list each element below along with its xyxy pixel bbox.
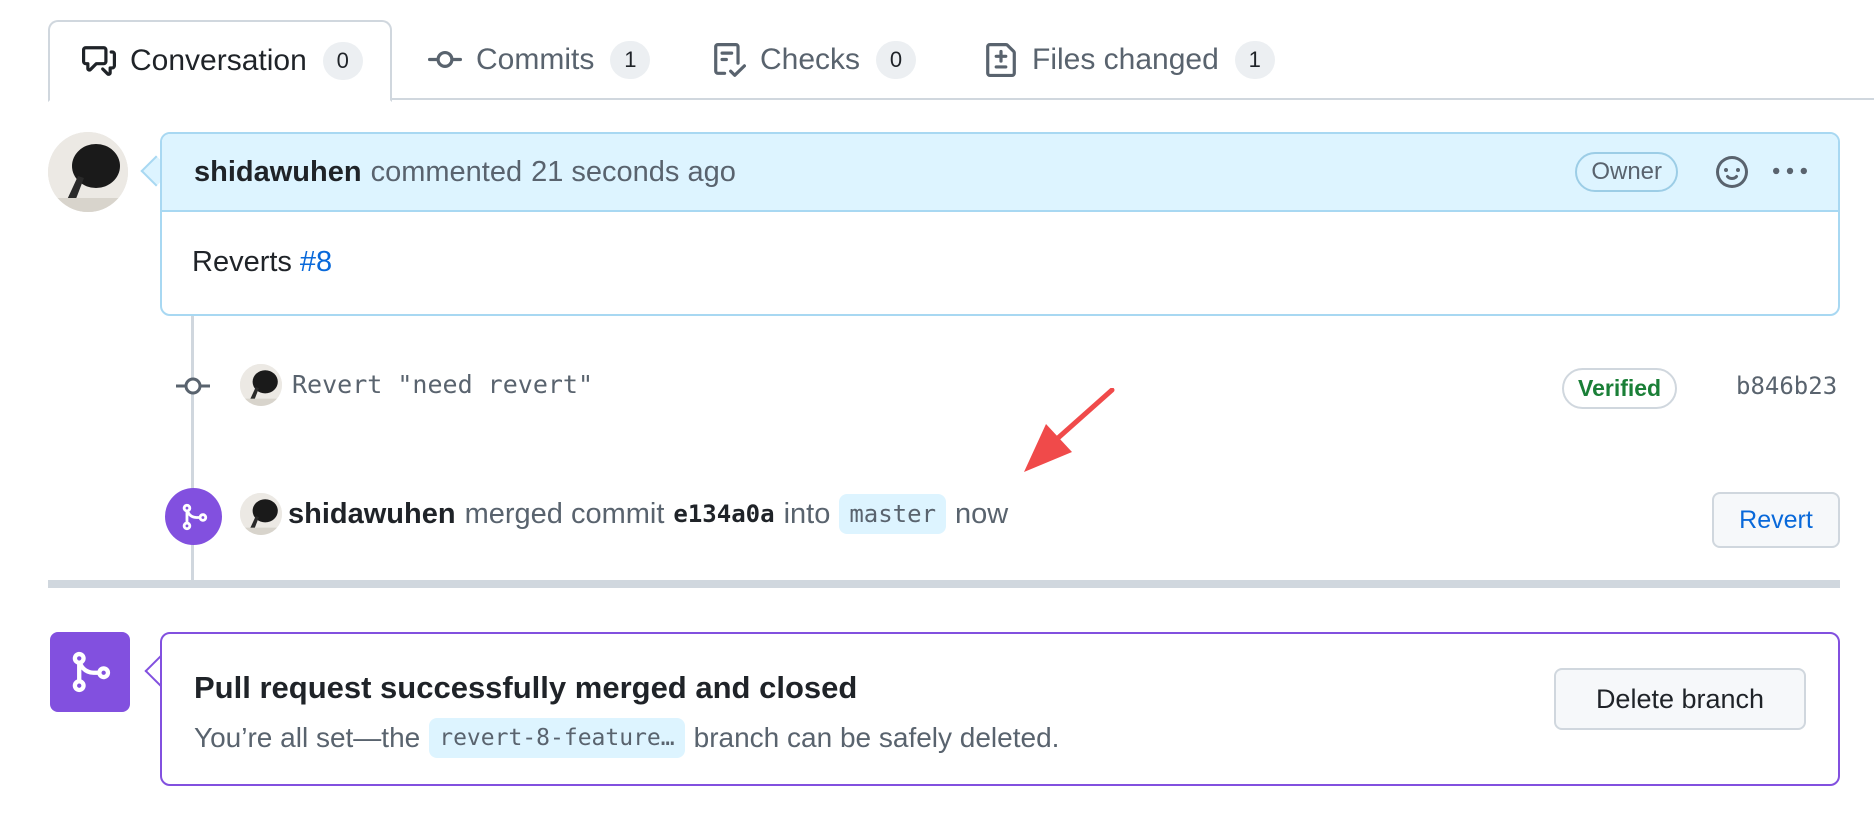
- merge-commit-sha[interactable]: e134a0a: [673, 500, 774, 528]
- comment-author[interactable]: shidawuhen: [194, 156, 362, 189]
- kebab-horizontal-icon[interactable]: [1772, 154, 1808, 190]
- merge-action: merged commit: [464, 497, 665, 530]
- comment-action: commented: [370, 155, 523, 188]
- tab-count: 1: [610, 41, 651, 79]
- tab-label: Commits: [476, 43, 595, 76]
- comment-discussion-icon: [82, 44, 116, 78]
- tab-count: 1: [1234, 41, 1275, 79]
- merge-status-text-before: You’re all set—the: [194, 722, 421, 753]
- smiley-icon[interactable]: [1714, 154, 1750, 190]
- tab-label: Conversation: [130, 44, 307, 77]
- tab-checks[interactable]: Checks 0: [680, 20, 948, 100]
- git-commit-icon: [428, 43, 462, 77]
- pr-tab-bar: Conversation 0 Commits 1 Checks 0 Files …: [0, 0, 1874, 102]
- tab-conversation[interactable]: Conversation 0: [48, 20, 392, 102]
- annotation-arrow-icon: [1024, 388, 1115, 472]
- comment-box: shidawuhen commented 21 seconds ago Owne…: [160, 132, 1840, 316]
- owner-badge: Owner: [1575, 152, 1678, 192]
- delete-branch-button[interactable]: Delete branch: [1554, 668, 1806, 730]
- avatar[interactable]: [48, 132, 128, 212]
- issue-link[interactable]: #8: [300, 246, 332, 278]
- revert-button[interactable]: Revert: [1712, 492, 1840, 548]
- commit-message-link[interactable]: Revert "need revert": [292, 370, 593, 399]
- comment-time[interactable]: 21 seconds ago: [531, 156, 736, 189]
- git-commit-icon: [176, 374, 210, 398]
- avatar[interactable]: [240, 493, 282, 535]
- tab-files-changed[interactable]: Files changed 1: [952, 20, 1307, 100]
- commit-sha-link[interactable]: b846b23: [1736, 372, 1837, 400]
- tab-label: Checks: [760, 43, 861, 76]
- git-merge-icon: [165, 488, 222, 545]
- merge-status-subtitle: You’re all set—the revert-8-feature… bra…: [194, 718, 1059, 758]
- merge-status-title: Pull request successfully merged and clo…: [194, 670, 858, 705]
- comment-header: shidawuhen commented 21 seconds ago Owne…: [162, 134, 1838, 212]
- merge-time[interactable]: now: [955, 498, 1008, 531]
- checklist-icon: [712, 43, 746, 77]
- tab-count: 0: [876, 41, 917, 79]
- merge-status-box: Pull request successfully merged and clo…: [160, 632, 1840, 786]
- git-merge-icon: [50, 632, 130, 712]
- merge-into-text: into: [783, 497, 831, 530]
- target-branch[interactable]: master: [839, 494, 947, 534]
- verified-badge[interactable]: Verified: [1562, 368, 1678, 409]
- comment-body: Reverts #8: [162, 212, 1838, 313]
- comment-body-text: Reverts: [192, 246, 292, 278]
- timeline-end-divider: [48, 580, 1840, 588]
- merge-status-text-after: branch can be safely deleted.: [693, 722, 1060, 753]
- file-diff-icon: [984, 43, 1018, 77]
- avatar[interactable]: [240, 364, 282, 406]
- tab-count: 0: [322, 42, 363, 80]
- tab-label: Files changed: [1032, 43, 1219, 76]
- head-branch[interactable]: revert-8-feature…: [429, 718, 685, 758]
- merge-event-text: shidawuhen merged commit e134a0a into ma…: [288, 494, 1008, 534]
- tab-commits[interactable]: Commits 1: [396, 20, 682, 100]
- merge-author[interactable]: shidawuhen: [288, 498, 456, 531]
